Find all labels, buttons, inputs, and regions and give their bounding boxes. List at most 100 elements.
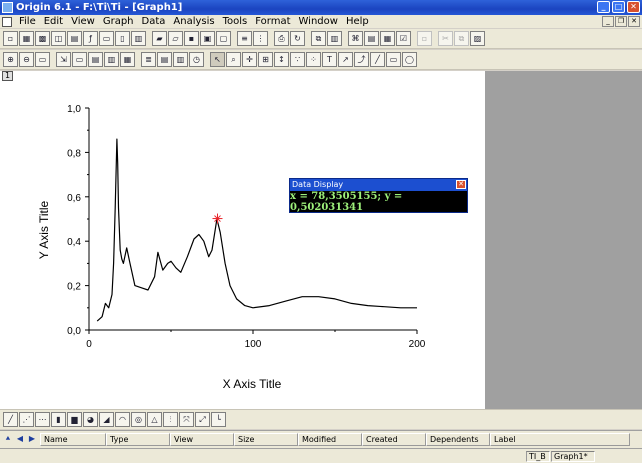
column-size[interactable]: Size [234,433,298,446]
mask-icon[interactable]: ⁘ [306,52,321,67]
vector-plot-icon[interactable]: ⤧ [179,412,194,427]
data-series-line[interactable] [96,138,417,322]
custom-routine-icon[interactable]: ☑ [396,31,411,46]
open-template-icon[interactable]: ▱ [168,31,183,46]
new-excel-icon[interactable]: ▩ [35,31,50,46]
data-display-window[interactable]: Data Display ✕ x = 78,3505155; y = 0,502… [289,178,468,213]
menu-graph[interactable]: Graph [99,16,138,27]
high-low-close-icon[interactable]: ⫶ [163,412,178,427]
menu-edit[interactable]: Edit [40,16,67,27]
rescale-icon[interactable]: ⇲ [56,52,71,67]
save-template-icon[interactable]: ▢ [216,31,231,46]
menu-file[interactable]: File [15,16,40,27]
forward-icon[interactable]: ▶ [27,434,37,446]
pointer-icon[interactable]: ↖ [210,52,225,67]
folder-up-icon[interactable]: ⯅ [3,434,13,446]
data-display-close-icon[interactable]: ✕ [456,180,466,189]
child-restore-button[interactable]: ❐ [615,16,627,27]
back-icon[interactable]: ◀ [15,434,25,446]
layer-icon[interactable]: ▭ [72,52,87,67]
arrange-layers-icon[interactable]: ▦ [120,52,135,67]
zoom-in-icon[interactable]: ⊕ [3,52,18,67]
graph-page[interactable]: 0,0 0,2 0,4 0,6 0,8 1,0 0 100 200 X Axis Title … [0,71,485,409]
new-project-icon[interactable]: ▫ [3,31,18,46]
timestamp-icon[interactable]: ◷ [189,52,204,67]
recalculate-icon[interactable]: ▥ [327,31,342,46]
text-tool-icon[interactable]: T [322,52,337,67]
new-graph-icon[interactable]: ◫ [51,31,66,46]
layer-1-tab[interactable]: 1 [2,71,13,81]
line-plot-icon[interactable]: ╱ [3,412,18,427]
column-dependents[interactable]: Dependents [426,433,490,446]
print-icon[interactable]: ⎙ [274,31,289,46]
page-icon[interactable]: ▫ [417,31,432,46]
new-code-icon[interactable]: ▥ [131,31,146,46]
arrow-tool-icon[interactable]: ↗ [338,52,353,67]
column-plot-icon[interactable]: ▮ [51,412,66,427]
duplicate-icon[interactable]: ⧉ [311,31,326,46]
project-explorer-icon[interactable]: ⌘ [348,31,363,46]
graph-window-icon[interactable] [2,16,12,27]
graph-plot[interactable]: 0,00,20,40,60,81,0 0 100 200 X Axis Title … [0,71,485,409]
menu-analysis[interactable]: Analysis [169,16,218,27]
column-modified[interactable]: Modified [298,433,362,446]
new-matrix-icon[interactable]: ▤ [67,31,82,46]
add-layer-icon[interactable]: ▤ [88,52,103,67]
menu-help[interactable]: Help [342,16,373,27]
results-log-icon[interactable]: ▤ [364,31,379,46]
data-reader-icon[interactable]: ⊞ [258,52,273,67]
polar-plot-icon[interactable]: ◎ [131,412,146,427]
line-symbol-plot-icon[interactable]: ⋯ [35,412,50,427]
line-tool-icon[interactable]: ╱ [370,52,385,67]
zoom-icon[interactable]: ⌕ [226,52,241,67]
scatter-plot-icon[interactable]: ⋰ [19,412,34,427]
fill-area-icon[interactable]: ◠ [115,412,130,427]
screen-reader-icon[interactable]: ✛ [242,52,257,67]
merge-icon[interactable]: ▥ [104,52,119,67]
menu-data[interactable]: Data [138,16,170,27]
vector-xyam-icon[interactable]: ⤢ [195,412,210,427]
draw-data-icon[interactable]: ∵ [290,52,305,67]
data-selector-icon[interactable]: ↕ [274,52,289,67]
area-plot-icon[interactable]: ◢ [99,412,114,427]
data-reader-crosshair-marker[interactable] [212,213,223,224]
new-layout-icon[interactable]: ▭ [99,31,114,46]
close-button[interactable]: ✕ [627,1,640,13]
paste-icon[interactable]: ▨ [470,31,485,46]
refresh-icon[interactable]: ↻ [290,31,305,46]
rectangle-tool-icon[interactable]: ▭ [386,52,401,67]
copy-icon[interactable]: ⧉ [454,31,469,46]
whole-page-icon[interactable]: ▭ [35,52,50,67]
ellipse-tool-icon[interactable]: ◯ [402,52,417,67]
child-close-button[interactable]: ✕ [628,16,640,27]
cut-icon[interactable]: ✂ [438,31,453,46]
legend-icon[interactable]: ≣ [141,52,156,67]
menu-view[interactable]: View [67,16,99,27]
column-label[interactable]: Label [490,433,630,446]
layer-legend-icon[interactable]: ▥ [173,52,188,67]
maximize-button[interactable]: □ [612,1,625,13]
child-minimize-button[interactable]: _ [602,16,614,27]
menu-tools[interactable]: Tools [219,16,252,27]
pie-chart-icon[interactable]: ◕ [83,412,98,427]
save-project-icon[interactable]: ▣ [200,31,215,46]
color-scale-icon[interactable]: ▤ [157,52,172,67]
origin-app-icon[interactable] [2,2,13,13]
menu-window[interactable]: Window [295,16,342,27]
open-excel-icon[interactable]: ▪ [184,31,199,46]
menu-format[interactable]: Format [251,16,294,27]
ternary-plot-icon[interactable]: △ [147,412,162,427]
open-icon[interactable]: ▰ [152,31,167,46]
y-axis-title[interactable]: Y Axis Title [37,200,51,259]
new-notes-icon[interactable]: ▯ [115,31,130,46]
column-view[interactable]: View [170,433,234,446]
curved-arrow-icon[interactable]: ⤴ [354,52,369,67]
new-function-icon[interactable]: ƒ [83,31,98,46]
column-type[interactable]: Type [106,433,170,446]
code-builder-icon[interactable]: ▦ [380,31,395,46]
import-multiple-icon[interactable]: ⋮ [253,31,268,46]
template-icon[interactable]: └ [211,412,226,427]
minimize-button[interactable]: _ [597,1,610,13]
column-name[interactable]: Name [40,433,106,446]
x-axis-title[interactable]: X Axis Title [223,377,282,391]
